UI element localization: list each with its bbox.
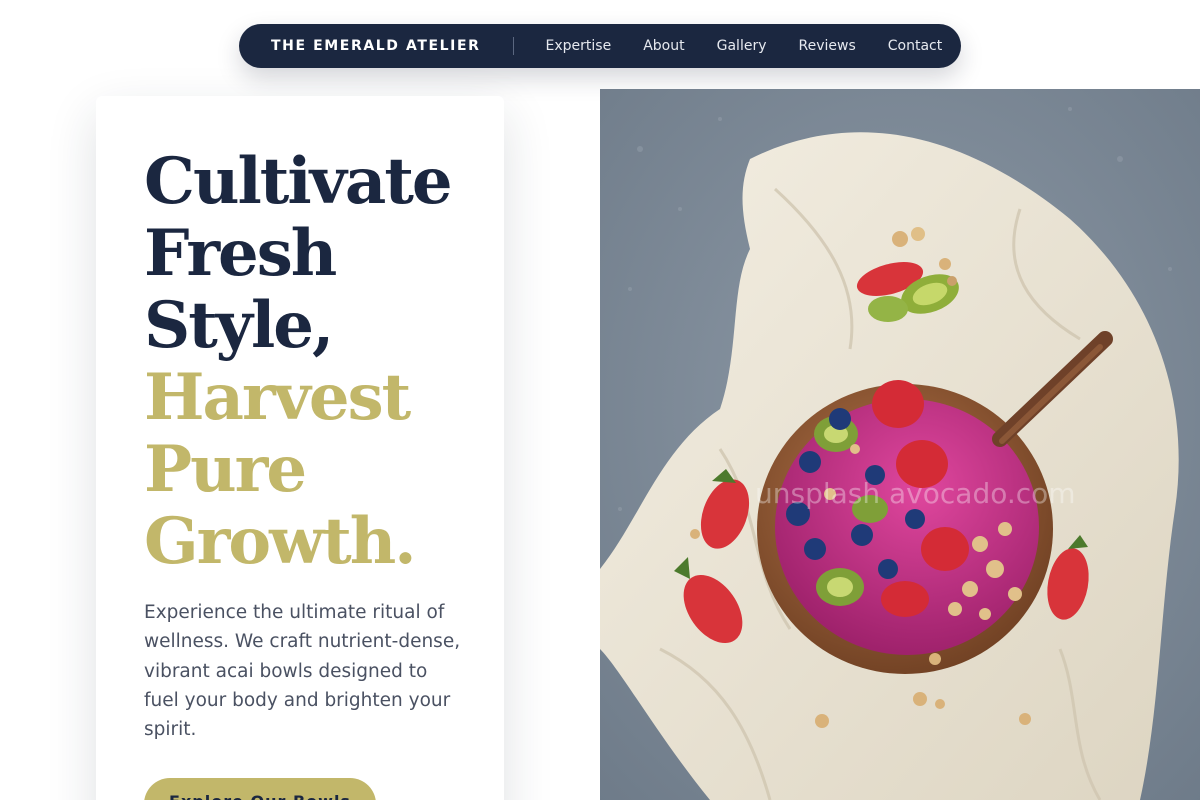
brand-logo-text[interactable]: THE EMERALD ATELIER	[271, 38, 481, 54]
nav-links: Expertise About Gallery Reviews Contact	[546, 38, 943, 54]
nav-link-contact[interactable]: Contact	[888, 38, 942, 54]
nav-link-about[interactable]: About	[643, 38, 684, 54]
hero-description: Experience the ultimate ritual of wellne…	[144, 602, 461, 741]
headline-line-2: Fresh	[144, 216, 337, 291]
nav-link-gallery[interactable]: Gallery	[717, 38, 767, 54]
nav-link-expertise[interactable]: Expertise	[546, 38, 612, 54]
hero-headline: Cultivate Fresh Style, Harvest Pure Grow…	[144, 146, 484, 578]
top-nav: THE EMERALD ATELIER Expertise About Gall…	[239, 24, 961, 68]
nav-divider	[512, 37, 514, 55]
headline-line-6: Growth.	[144, 504, 417, 579]
nav-link-reviews[interactable]: Reviews	[799, 38, 856, 54]
headline-line-5: Pure	[144, 432, 307, 507]
acai-bowl-photo: unsplash avocado.com	[600, 89, 1200, 800]
explore-bowls-button[interactable]: Explore Our Bowls	[144, 778, 376, 800]
headline-line-3: Style,	[144, 288, 334, 363]
headline-line-4: Harvest	[144, 360, 411, 435]
image-watermark: unsplash avocado.com	[755, 477, 1076, 510]
headline-line-1: Cultivate	[144, 144, 453, 219]
